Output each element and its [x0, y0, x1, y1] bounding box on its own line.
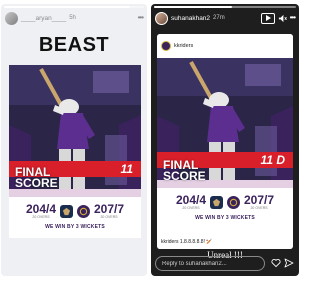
match-result-text: WE WIN BY 3 WICKETS	[45, 224, 105, 230]
team2-overs: 20 OVERS	[250, 206, 268, 210]
final-score-label: FINAL SCORE	[15, 166, 58, 190]
gujarat-titans-logo-icon	[60, 205, 73, 218]
speaker-icon[interactable]	[278, 14, 287, 23]
reply-box[interactable]	[155, 256, 265, 271]
more-options-icon[interactable]: •••	[290, 14, 296, 22]
story-username[interactable]: suhanakhan2	[171, 15, 210, 22]
sponsor-text: 11	[120, 162, 133, 176]
right-story-panel[interactable]: suhanakhan2 27m ••• kkriders 11 D FINAL …	[151, 4, 299, 276]
story-header: suhanakhan2 27m •••	[155, 10, 296, 26]
avatar[interactable]	[5, 11, 18, 25]
post-caption: kkriders 1.8.8.8.8.8! 🏏	[161, 239, 213, 245]
story-timestamp: 27m	[213, 15, 225, 21]
team1-overs: 20 OVERS	[182, 206, 200, 210]
team2-overs: 20 OVERS	[100, 215, 118, 219]
shared-post-card[interactable]: kkriders 11 D FINAL SCORE 204/4 20 OVERS…	[157, 34, 293, 249]
story-progress-bar	[4, 6, 144, 8]
team2-score: 207/7	[94, 202, 125, 216]
left-story-panel[interactable]: ____aryan____ 5h ••• BEAST 11 FINAL SCOR…	[1, 4, 147, 276]
story-progress-fill	[154, 6, 233, 8]
shared-post-card[interactable]: 11 FINAL SCORE 204/4 20 OVERS 207/7 20 O…	[9, 65, 141, 238]
send-icon[interactable]	[284, 258, 294, 268]
reply-input[interactable]	[162, 260, 264, 267]
story-header: ____aryan____ 5h •••	[5, 10, 144, 26]
heart-icon[interactable]	[271, 258, 281, 268]
play-icon	[265, 15, 271, 21]
play-button[interactable]	[260, 12, 275, 24]
final-score-label: FINAL SCORE	[163, 159, 206, 183]
post-author-handle[interactable]: kkriders	[174, 43, 193, 49]
gujarat-titans-logo-icon	[210, 196, 223, 209]
kkr-logo-icon	[77, 205, 90, 218]
final-score-line-2: SCORE	[15, 176, 58, 190]
story-progress-bar	[154, 6, 296, 8]
post-header[interactable]: kkriders	[157, 34, 293, 58]
team1-score: 204/4	[25, 202, 56, 216]
team1-overs: 20 OVERS	[32, 215, 50, 219]
story-heading-text: BEAST	[38, 34, 110, 56]
score-summary: 204/4 20 OVERS 207/7 20 OVERS WE WIN BY …	[157, 188, 293, 249]
team1-score: 204/4	[175, 193, 206, 207]
match-result-text: WE WIN BY 3 WICKETS	[195, 215, 255, 221]
avatar[interactable]	[155, 11, 168, 25]
kkr-avatar	[161, 41, 171, 51]
team2-score: 207/7	[244, 193, 275, 207]
final-score-line-2: SCORE	[163, 169, 206, 183]
story-username[interactable]: ____aryan____	[21, 15, 66, 22]
score-summary: 204/4 20 OVERS 207/7 20 OVERS WE WIN BY …	[9, 197, 141, 238]
more-options-icon[interactable]: •••	[138, 14, 144, 22]
story-timestamp: 5h	[69, 15, 76, 21]
sponsor-text: 11 D	[260, 153, 285, 167]
kkr-logo-icon	[227, 196, 240, 209]
story-progress-fill	[4, 6, 130, 8]
